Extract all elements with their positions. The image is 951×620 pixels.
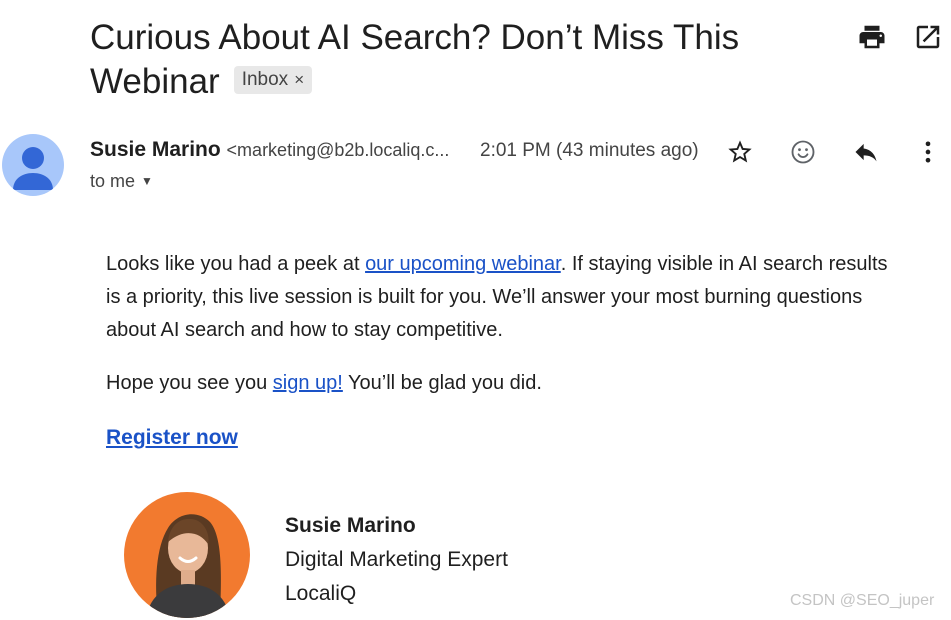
reply-icon[interactable] <box>852 138 880 166</box>
body-paragraph-2: Hope you see you sign up! You’ll be glad… <box>106 367 906 400</box>
body-text: Hope you see you <box>106 372 273 394</box>
person-photo <box>146 514 230 618</box>
sender-email[interactable]: <marketing@b2b.localiq.c... <box>227 140 450 160</box>
print-icon[interactable] <box>857 22 887 52</box>
inbox-label-chip[interactable]: Inbox × <box>233 65 313 94</box>
caret-down-icon: ▼ <box>141 174 153 188</box>
recipient-text: to me <box>90 171 136 191</box>
register-now-link[interactable]: Register now <box>106 426 238 449</box>
subject-text: Curious About AI Search? Don’t Miss This… <box>90 18 740 101</box>
email-subject: Curious About AI Search? Don’t Miss This… <box>90 16 790 104</box>
open-in-new-window-icon[interactable] <box>913 22 943 52</box>
remove-label-button[interactable]: × <box>294 70 304 89</box>
recipient-dropdown[interactable]: to me ▼ <box>90 171 153 192</box>
body-text: Looks like you had a peek at <box>106 253 366 275</box>
sender-avatar[interactable] <box>2 134 64 196</box>
signature-name: Susie Marino <box>285 514 416 537</box>
webinar-link[interactable]: our upcoming webinar <box>365 253 561 275</box>
person-avatar-icon <box>13 147 53 190</box>
signature-company: LocaliQ <box>285 582 357 605</box>
sender-name[interactable]: Susie Marino <box>90 138 221 161</box>
watermark-text: CSDN @SEO_juper <box>790 592 935 609</box>
email-timestamp: 2:01 PM (43 minutes ago) <box>480 140 699 161</box>
body-text: You’ll be glad you did. <box>342 372 542 394</box>
star-icon[interactable] <box>726 138 754 166</box>
more-vert-icon[interactable] <box>914 138 942 166</box>
emoji-reaction-icon[interactable] <box>789 138 817 166</box>
signature-title: Digital Marketing Expert <box>285 548 508 571</box>
label-text: Inbox <box>241 68 289 90</box>
sign-up-link[interactable]: sign up! <box>273 372 343 394</box>
body-paragraph-1: Looks like you had a peek at our upcomin… <box>106 248 906 347</box>
signature-photo <box>124 492 250 618</box>
cta-container: Register now <box>106 421 906 455</box>
sender-line: Susie Marino <marketing@b2b.localiq.c... <box>90 138 449 162</box>
